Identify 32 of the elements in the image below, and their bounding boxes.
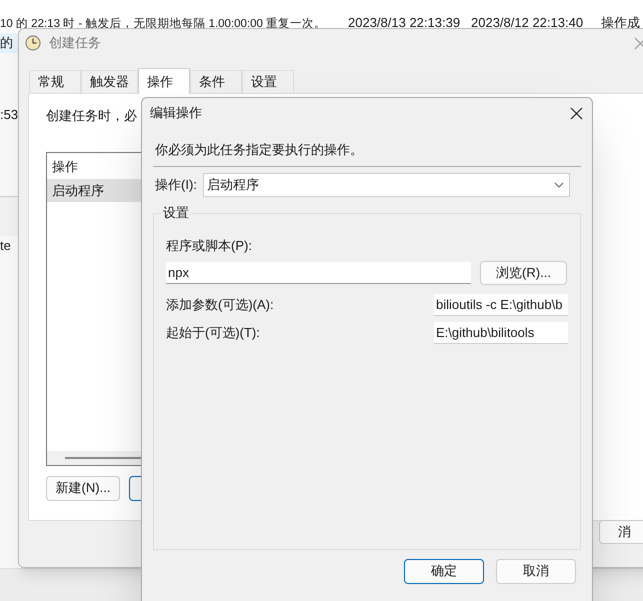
cancel-button[interactable]: 取消 [496, 558, 576, 584]
tab[interactable]: 触发器 [81, 70, 138, 93]
chevron-down-icon [554, 182, 564, 188]
group-title: 设置 [161, 204, 191, 220]
field-label: 起始于(可选)(T): [166, 324, 260, 342]
tab[interactable]: 设置 [242, 70, 294, 93]
tab[interactable]: 操作 [138, 68, 190, 94]
action-dropdown[interactable]: 启动程序 [202, 172, 570, 196]
run-result-text: 操作成 [601, 14, 640, 32]
last-run-time: 2023/8/12 22:13:40 [471, 14, 584, 32]
instruction-text: 你必须为此任务指定要执行的操作。 [155, 141, 364, 159]
list-text-fragment: 的 [0, 33, 18, 52]
tab[interactable]: 常规 [29, 70, 81, 93]
ok-button[interactable]: 确定 [404, 558, 484, 584]
arguments-field[interactable]: bilioutils -c E:\github\b [434, 294, 568, 316]
window-title: 创建任务 [49, 34, 101, 52]
dialog-title: 编辑操作 [150, 104, 202, 122]
field-label: 程序或脚本(P): [166, 236, 253, 255]
browse-button[interactable]: 浏览(R)... [480, 261, 567, 285]
close-icon[interactable] [570, 106, 583, 120]
start-in-field[interactable]: E:\github\bilitools [434, 322, 568, 344]
field-label: 添加参数(可选)(A): [166, 296, 274, 314]
tab[interactable]: 条件 [190, 70, 242, 93]
clock-icon [25, 35, 41, 51]
column-header: 操作 [51, 158, 79, 176]
cancel-button[interactable]: 消 [599, 520, 643, 544]
list-text-fragment: :53 [0, 106, 18, 124]
intro-text: 创建任务时，必 [46, 107, 137, 125]
next-run-time: 2023/8/13 22:13:39 [348, 14, 462, 32]
program-field[interactable]: npx [166, 262, 471, 284]
list-text-fragment: te [0, 237, 12, 255]
new-button[interactable]: 新建(N)... [46, 476, 120, 500]
